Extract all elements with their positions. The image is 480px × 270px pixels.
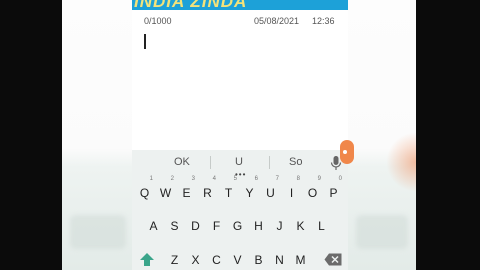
- key-j[interactable]: J: [270, 214, 289, 238]
- phone-screen: INDIA ZINDA 0/1000 05/08/2021 12:36 OK U…: [132, 0, 348, 270]
- tab-dot-icon: [343, 150, 347, 154]
- suggestion-divider: [210, 156, 211, 169]
- key-v[interactable]: V: [228, 248, 247, 270]
- on-screen-keyboard: OK U ••• So Q1 W2 E3 R4 T5 Y6 U7 I8 O9 P…: [132, 150, 348, 270]
- key-label: E: [182, 186, 191, 200]
- suggestion-ok[interactable]: OK: [174, 156, 190, 168]
- text-cursor[interactable]: [144, 34, 146, 49]
- key-number-hint: 9: [317, 176, 321, 182]
- keyboard-row-1: Q1 W2 E3 R4 T5 Y6 U7 I8 O9 P0: [132, 176, 348, 205]
- key-g[interactable]: G: [228, 214, 247, 238]
- key-t[interactable]: T5: [219, 176, 238, 205]
- left-black-bar: [0, 0, 62, 270]
- key-label: Y: [245, 186, 254, 200]
- shift-icon[interactable]: [139, 252, 155, 268]
- key-n[interactable]: N: [270, 248, 289, 270]
- keyboard-row-2: A S D F G H J K L: [132, 214, 348, 238]
- key-number-hint: 0: [338, 176, 342, 182]
- key-u[interactable]: U7: [261, 176, 280, 205]
- key-label: I: [289, 186, 294, 200]
- key-label: W: [159, 186, 172, 200]
- key-r[interactable]: R4: [198, 176, 217, 205]
- note-time: 12:36: [312, 16, 335, 26]
- orange-glow: [386, 132, 416, 192]
- banner-title: INDIA ZINDA: [134, 0, 248, 10]
- header-banner: INDIA ZINDA: [132, 0, 348, 10]
- key-y[interactable]: Y6: [240, 176, 259, 205]
- key-number-hint: 3: [191, 176, 195, 182]
- suggestion-divider: [269, 156, 270, 169]
- key-label: O: [307, 186, 318, 200]
- key-p[interactable]: P0: [324, 176, 343, 205]
- key-e[interactable]: E3: [177, 176, 196, 205]
- right-blurred-background: [348, 0, 416, 270]
- key-label: T: [224, 186, 233, 200]
- left-blurred-background: [62, 0, 132, 270]
- key-d[interactable]: D: [186, 214, 205, 238]
- key-x[interactable]: X: [186, 248, 205, 270]
- key-label: U: [266, 186, 275, 200]
- key-m[interactable]: M: [291, 248, 310, 270]
- key-l[interactable]: L: [312, 214, 331, 238]
- key-i[interactable]: I8: [282, 176, 301, 205]
- key-label: Q: [139, 186, 150, 200]
- blurred-keyboard-right: [356, 215, 408, 249]
- suggestion-so[interactable]: So: [289, 156, 302, 168]
- key-number-hint: 5: [233, 176, 237, 182]
- keyboard-row-3: Z X C V B N M: [132, 248, 348, 270]
- key-f[interactable]: F: [207, 214, 226, 238]
- key-w[interactable]: W2: [156, 176, 175, 205]
- blurred-keyboard-left: [70, 215, 126, 249]
- key-c[interactable]: C: [207, 248, 226, 270]
- key-a[interactable]: A: [144, 214, 163, 238]
- key-number-hint: 7: [275, 176, 279, 182]
- character-count: 0/1000: [144, 16, 172, 26]
- key-k[interactable]: K: [291, 214, 310, 238]
- key-label: R: [203, 186, 212, 200]
- key-b[interactable]: B: [249, 248, 268, 270]
- key-h[interactable]: H: [249, 214, 268, 238]
- key-number-hint: 8: [296, 176, 300, 182]
- suggestion-bar: OK U ••• So: [132, 150, 348, 179]
- key-z[interactable]: Z: [165, 248, 184, 270]
- note-date: 05/08/2021: [254, 16, 300, 26]
- suggestion-u[interactable]: U: [235, 156, 243, 168]
- key-number-hint: 6: [254, 176, 258, 182]
- right-black-bar: [416, 0, 480, 270]
- key-number-hint: 4: [212, 176, 216, 182]
- key-number-hint: 1: [149, 176, 153, 182]
- backspace-icon[interactable]: [324, 253, 342, 266]
- key-o[interactable]: O9: [303, 176, 322, 205]
- key-number-hint: 2: [170, 176, 174, 182]
- key-label: P: [329, 186, 338, 200]
- key-q[interactable]: Q1: [135, 176, 154, 205]
- floating-orange-tab[interactable]: [340, 140, 354, 164]
- key-s[interactable]: S: [165, 214, 184, 238]
